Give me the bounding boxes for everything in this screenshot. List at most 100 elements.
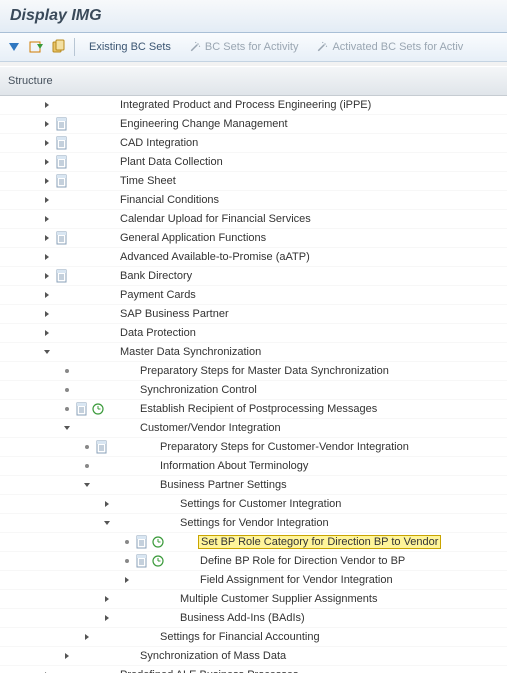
tree-node-label[interactable]: Settings for Vendor Integration <box>176 517 329 529</box>
tree-row[interactable]: Time Sheet <box>0 172 507 191</box>
tree-node-label[interactable]: Multiple Customer Supplier Assignments <box>176 593 377 605</box>
tree-row[interactable]: Settings for Vendor Integration <box>0 514 507 533</box>
tree-node-label[interactable]: Business Partner Settings <box>156 479 287 491</box>
img-activity-doc-icon[interactable] <box>94 440 110 454</box>
existing-bc-sets-button[interactable]: Existing BC Sets <box>83 39 177 55</box>
tree-node-label[interactable]: Financial Conditions <box>116 194 219 206</box>
expand-arrow-icon[interactable] <box>40 158 54 166</box>
expand-arrow-icon[interactable] <box>80 633 94 641</box>
img-activity-doc-icon[interactable] <box>54 174 70 188</box>
collapse-arrow-icon[interactable] <box>40 348 54 356</box>
tree-row[interactable]: Plant Data Collection <box>0 153 507 172</box>
tree-node-label[interactable]: Integrated Product and Process Engineeri… <box>116 99 371 111</box>
tree-row[interactable]: Data Protection <box>0 324 507 343</box>
tree-node-label[interactable]: Establish Recipient of Postprocessing Me… <box>136 403 377 415</box>
expand-arrow-icon[interactable] <box>40 272 54 280</box>
expand-arrow-icon[interactable] <box>40 291 54 299</box>
tree-row[interactable]: Information About Terminology <box>0 457 507 476</box>
tree-row[interactable]: Multiple Customer Supplier Assignments <box>0 590 507 609</box>
tree-node-label[interactable]: Customer/Vendor Integration <box>136 422 281 434</box>
expand-arrow-icon[interactable] <box>40 139 54 147</box>
img-activity-doc-icon[interactable] <box>54 231 70 245</box>
tree-node-label[interactable]: Set BP Role Category for Direction BP to… <box>198 535 441 549</box>
tree-row[interactable]: SAP Business Partner <box>0 305 507 324</box>
tree-row[interactable]: Synchronization Control <box>0 381 507 400</box>
img-activity-doc-icon[interactable] <box>54 155 70 169</box>
tree-node-label[interactable]: Payment Cards <box>116 289 196 301</box>
img-activity-doc-icon[interactable] <box>74 402 90 416</box>
tree-row[interactable]: Business Partner Settings <box>0 476 507 495</box>
tree-row[interactable]: Predefined ALE Business Processes <box>0 666 507 673</box>
img-activity-doc-icon[interactable] <box>54 117 70 131</box>
tree-row[interactable]: CAD Integration <box>0 134 507 153</box>
execute-activity-icon[interactable] <box>150 536 166 548</box>
tree-node-label[interactable]: Settings for Financial Accounting <box>156 631 320 643</box>
execute-activity-icon[interactable] <box>150 555 166 567</box>
tree-node-label[interactable]: General Application Functions <box>116 232 266 244</box>
expand-arrow-icon[interactable] <box>40 310 54 318</box>
tree-row[interactable]: Integrated Product and Process Engineeri… <box>0 96 507 115</box>
expand-arrow-icon[interactable] <box>40 177 54 185</box>
expand-arrow-icon[interactable] <box>40 215 54 223</box>
tree-node-label[interactable]: Preparatory Steps for Master Data Synchr… <box>136 365 389 377</box>
collapse-arrow-icon[interactable] <box>60 424 74 432</box>
expand-arrow-icon[interactable] <box>60 652 74 660</box>
tree-node-label[interactable]: Data Protection <box>116 327 196 339</box>
tree-node-label[interactable]: Preparatory Steps for Customer-Vendor In… <box>156 441 409 453</box>
tree-node-label[interactable]: Define BP Role for Direction Vendor to B… <box>196 555 405 567</box>
expand-arrow-icon[interactable] <box>100 595 114 603</box>
expand-arrow-icon[interactable] <box>40 101 54 109</box>
img-activity-doc-icon[interactable] <box>134 535 150 549</box>
tree-node-label[interactable]: SAP Business Partner <box>116 308 229 320</box>
execute-activity-icon[interactable] <box>90 403 106 415</box>
expand-arrow-icon[interactable] <box>40 234 54 242</box>
where-used-icon[interactable] <box>50 39 66 55</box>
tree-node-label[interactable]: Field Assignment for Vendor Integration <box>196 574 393 586</box>
expand-arrow-icon[interactable] <box>100 614 114 622</box>
img-activity-doc-icon[interactable] <box>54 136 70 150</box>
tree-row[interactable]: Set BP Role Category for Direction BP to… <box>0 533 507 552</box>
img-activity-doc-icon[interactable] <box>54 269 70 283</box>
collapse-arrow-icon[interactable] <box>100 519 114 527</box>
tree-row[interactable]: Bank Directory <box>0 267 507 286</box>
tree-row[interactable]: General Application Functions <box>0 229 507 248</box>
tree-node-label[interactable]: Engineering Change Management <box>116 118 288 130</box>
tree-row[interactable]: Preparatory Steps for Customer-Vendor In… <box>0 438 507 457</box>
tree-node-label[interactable]: Calendar Upload for Financial Services <box>116 213 311 225</box>
tree-row[interactable]: Preparatory Steps for Master Data Synchr… <box>0 362 507 381</box>
collapse-arrow-icon[interactable] <box>80 481 94 489</box>
tree-node-label[interactable]: Information About Terminology <box>156 460 308 472</box>
tree-row[interactable]: Payment Cards <box>0 286 507 305</box>
tree-row[interactable]: Financial Conditions <box>0 191 507 210</box>
tree-row[interactable]: Synchronization of Mass Data <box>0 647 507 666</box>
tree-node-label[interactable]: Predefined ALE Business Processes <box>116 669 299 673</box>
tree-row[interactable]: Field Assignment for Vendor Integration <box>0 571 507 590</box>
tree-row[interactable]: Settings for Financial Accounting <box>0 628 507 647</box>
tree-row[interactable]: Master Data Synchronization <box>0 343 507 362</box>
tree-row[interactable]: Advanced Available-to-Promise (aATP) <box>0 248 507 267</box>
expand-arrow-icon[interactable] <box>40 196 54 204</box>
expand-all-icon[interactable] <box>6 39 22 55</box>
img-activity-doc-icon[interactable] <box>134 554 150 568</box>
tree-node-label[interactable]: CAD Integration <box>116 137 198 149</box>
tree-node-label[interactable]: Bank Directory <box>116 270 192 282</box>
tree-row[interactable]: Settings for Customer Integration <box>0 495 507 514</box>
expand-subtree-icon[interactable] <box>28 39 44 55</box>
tree-row[interactable]: Business Add-Ins (BAdIs) <box>0 609 507 628</box>
tree-node-label[interactable]: Synchronization of Mass Data <box>136 650 286 662</box>
expand-arrow-icon[interactable] <box>100 500 114 508</box>
tree-node-label[interactable]: Plant Data Collection <box>116 156 223 168</box>
expand-arrow-icon[interactable] <box>40 253 54 261</box>
tree-node-label[interactable]: Master Data Synchronization <box>116 346 261 358</box>
tree-row[interactable]: Define BP Role for Direction Vendor to B… <box>0 552 507 571</box>
tree-row[interactable]: Engineering Change Management <box>0 115 507 134</box>
tree-row[interactable]: Calendar Upload for Financial Services <box>0 210 507 229</box>
tree-node-label[interactable]: Business Add-Ins (BAdIs) <box>176 612 305 624</box>
expand-arrow-icon[interactable] <box>40 120 54 128</box>
tree-node-label[interactable]: Advanced Available-to-Promise (aATP) <box>116 251 310 263</box>
tree-node-label[interactable]: Synchronization Control <box>136 384 257 396</box>
expand-arrow-icon[interactable] <box>120 576 134 584</box>
tree-node-label[interactable]: Time Sheet <box>116 175 176 187</box>
tree-row[interactable]: Customer/Vendor Integration <box>0 419 507 438</box>
tree-node-label[interactable]: Settings for Customer Integration <box>176 498 341 510</box>
